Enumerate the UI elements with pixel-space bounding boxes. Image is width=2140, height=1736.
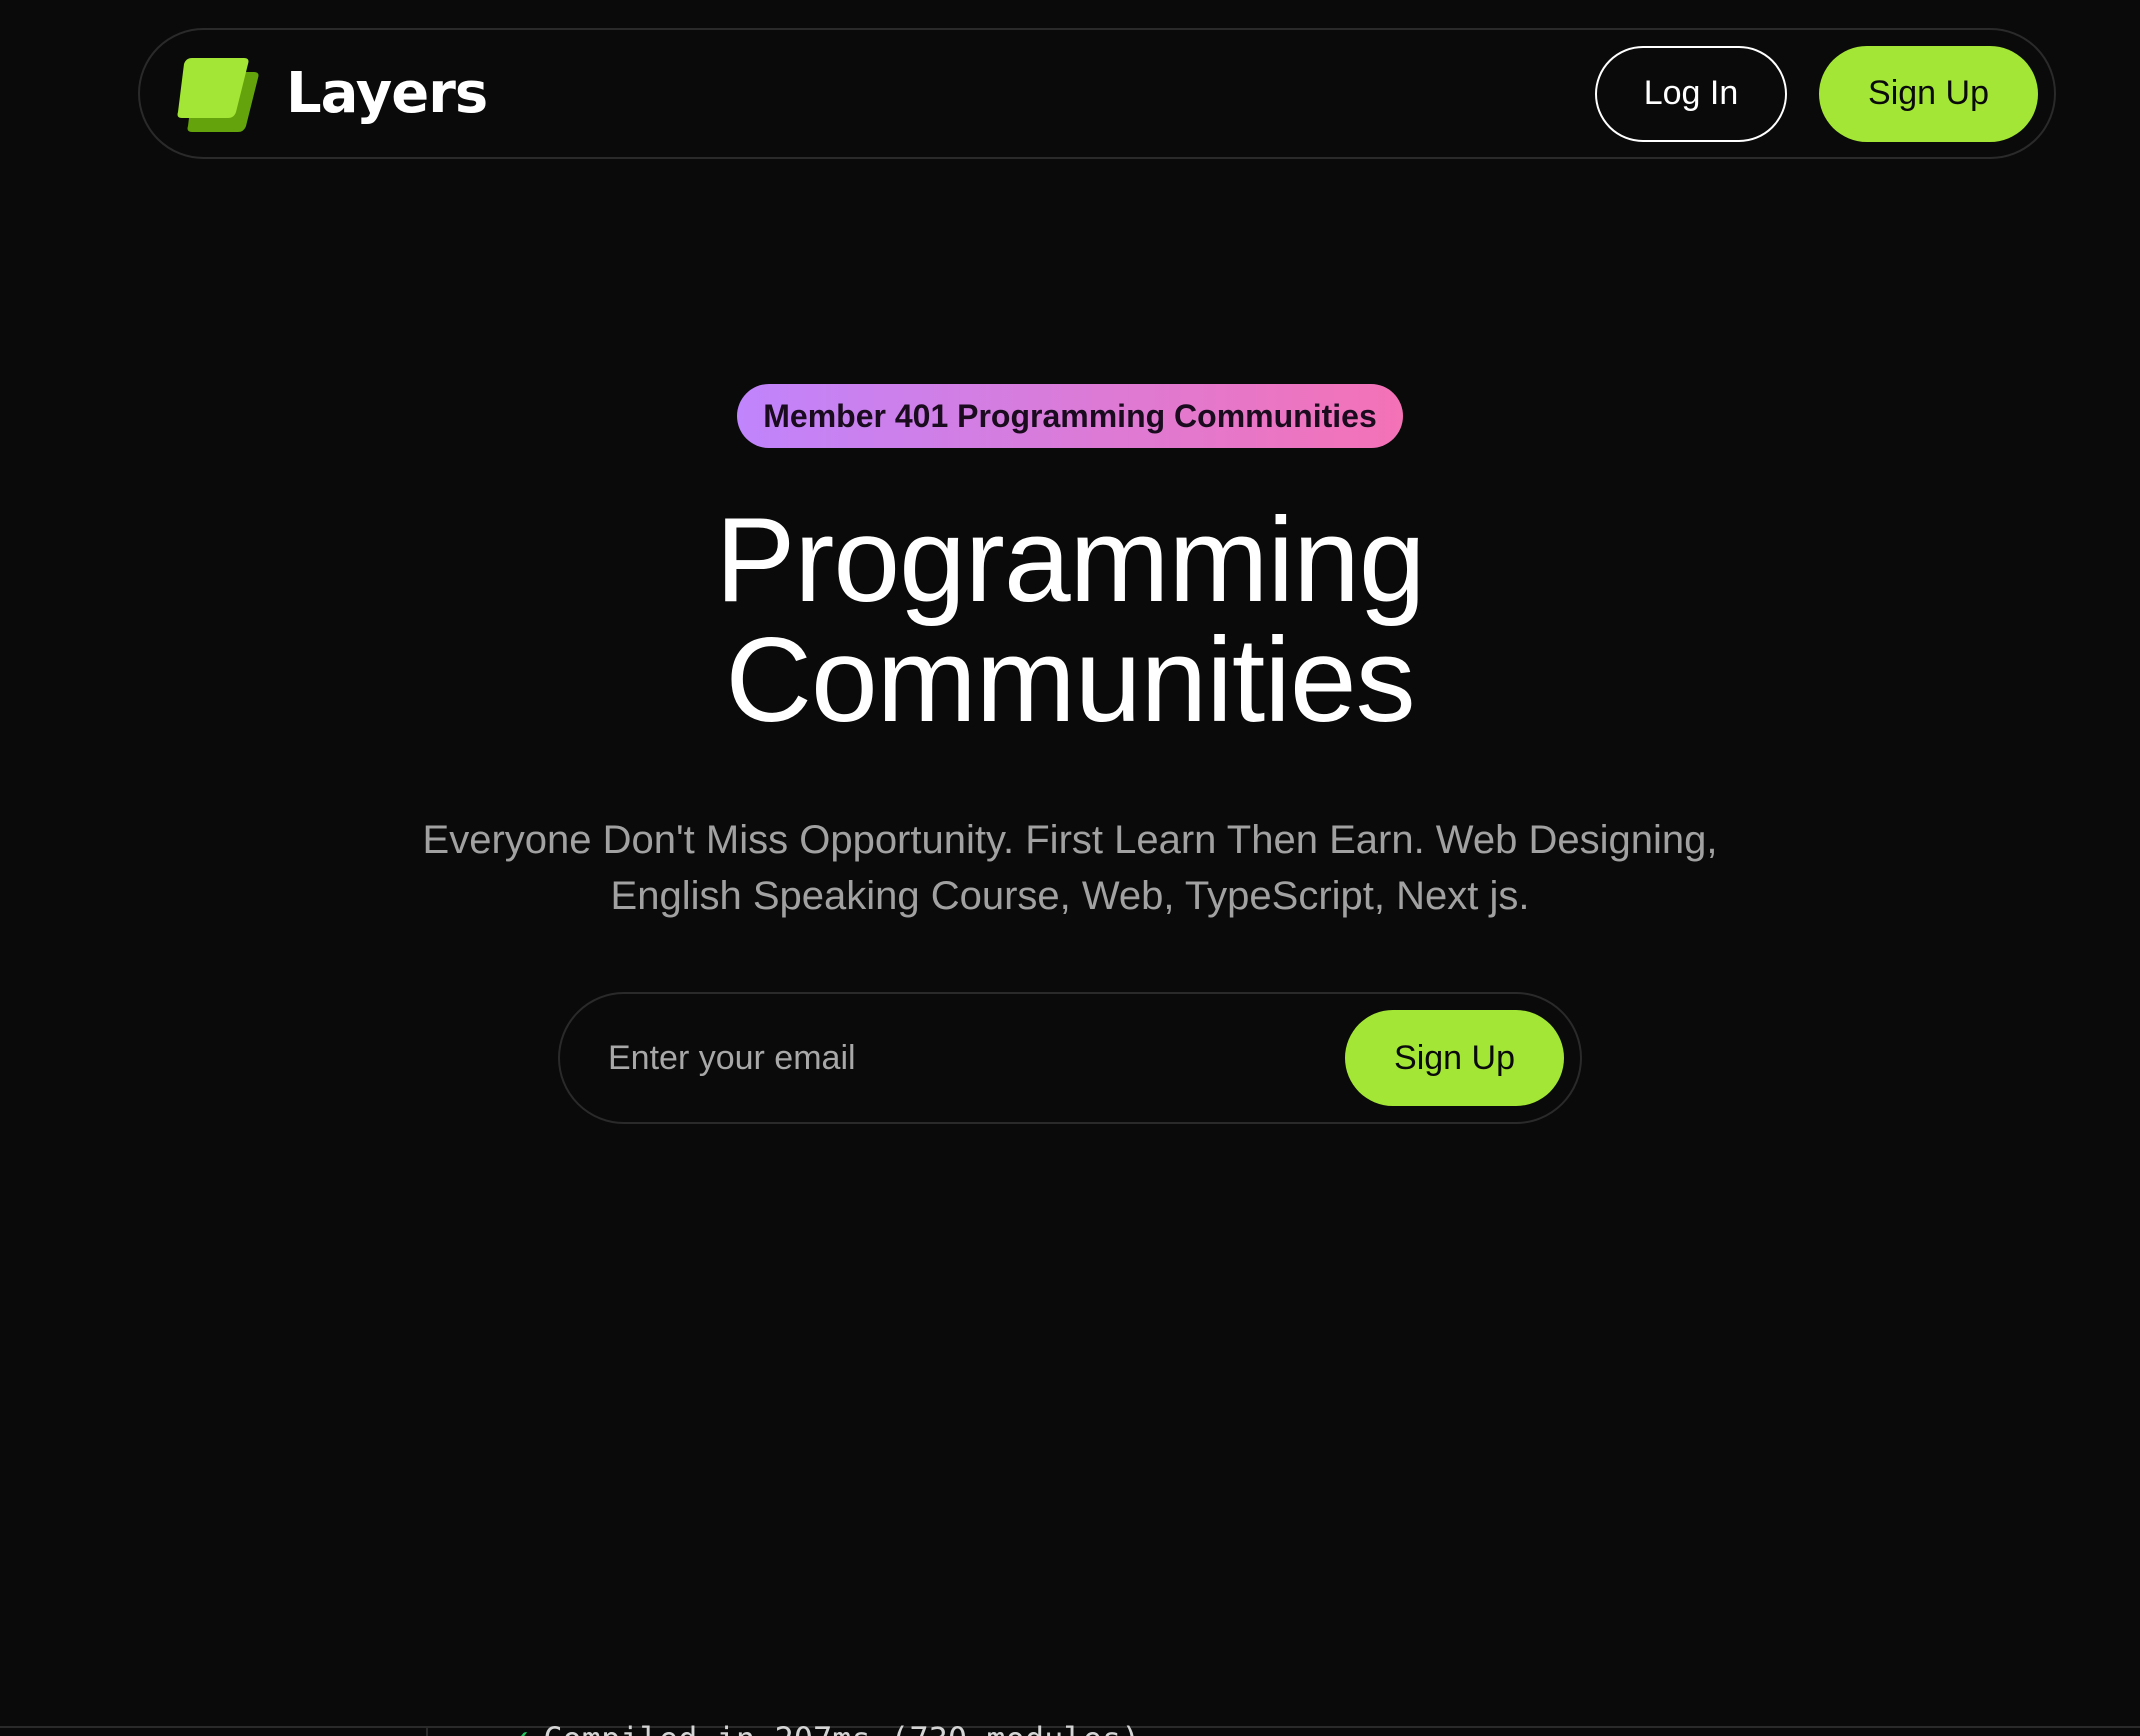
terminal-output-line: ✓ Compiled in 207ms (730 modules) [510, 1719, 1141, 1736]
hero-title: Programming Communities [715, 493, 1425, 747]
hero-title-line-1: Programming [715, 493, 1425, 627]
hero-section: Member 401 Programming Communities Progr… [0, 0, 2140, 1124]
terminal-panel-border [426, 1726, 428, 1736]
community-badge: Member 401 Programming Communities [737, 384, 1403, 448]
email-signup-button[interactable]: Sign Up [1345, 1010, 1564, 1106]
check-icon: ✓ [510, 1720, 529, 1736]
email-signup-form: Sign Up [558, 992, 1582, 1124]
terminal-output-text: Compiled in 207ms (730 modules) [543, 1720, 1140, 1736]
hero-title-line-2: Communities [725, 613, 1415, 747]
email-input[interactable] [608, 1018, 1345, 1098]
hero-subtitle: Everyone Don't Miss Opportunity. First L… [422, 818, 1718, 918]
